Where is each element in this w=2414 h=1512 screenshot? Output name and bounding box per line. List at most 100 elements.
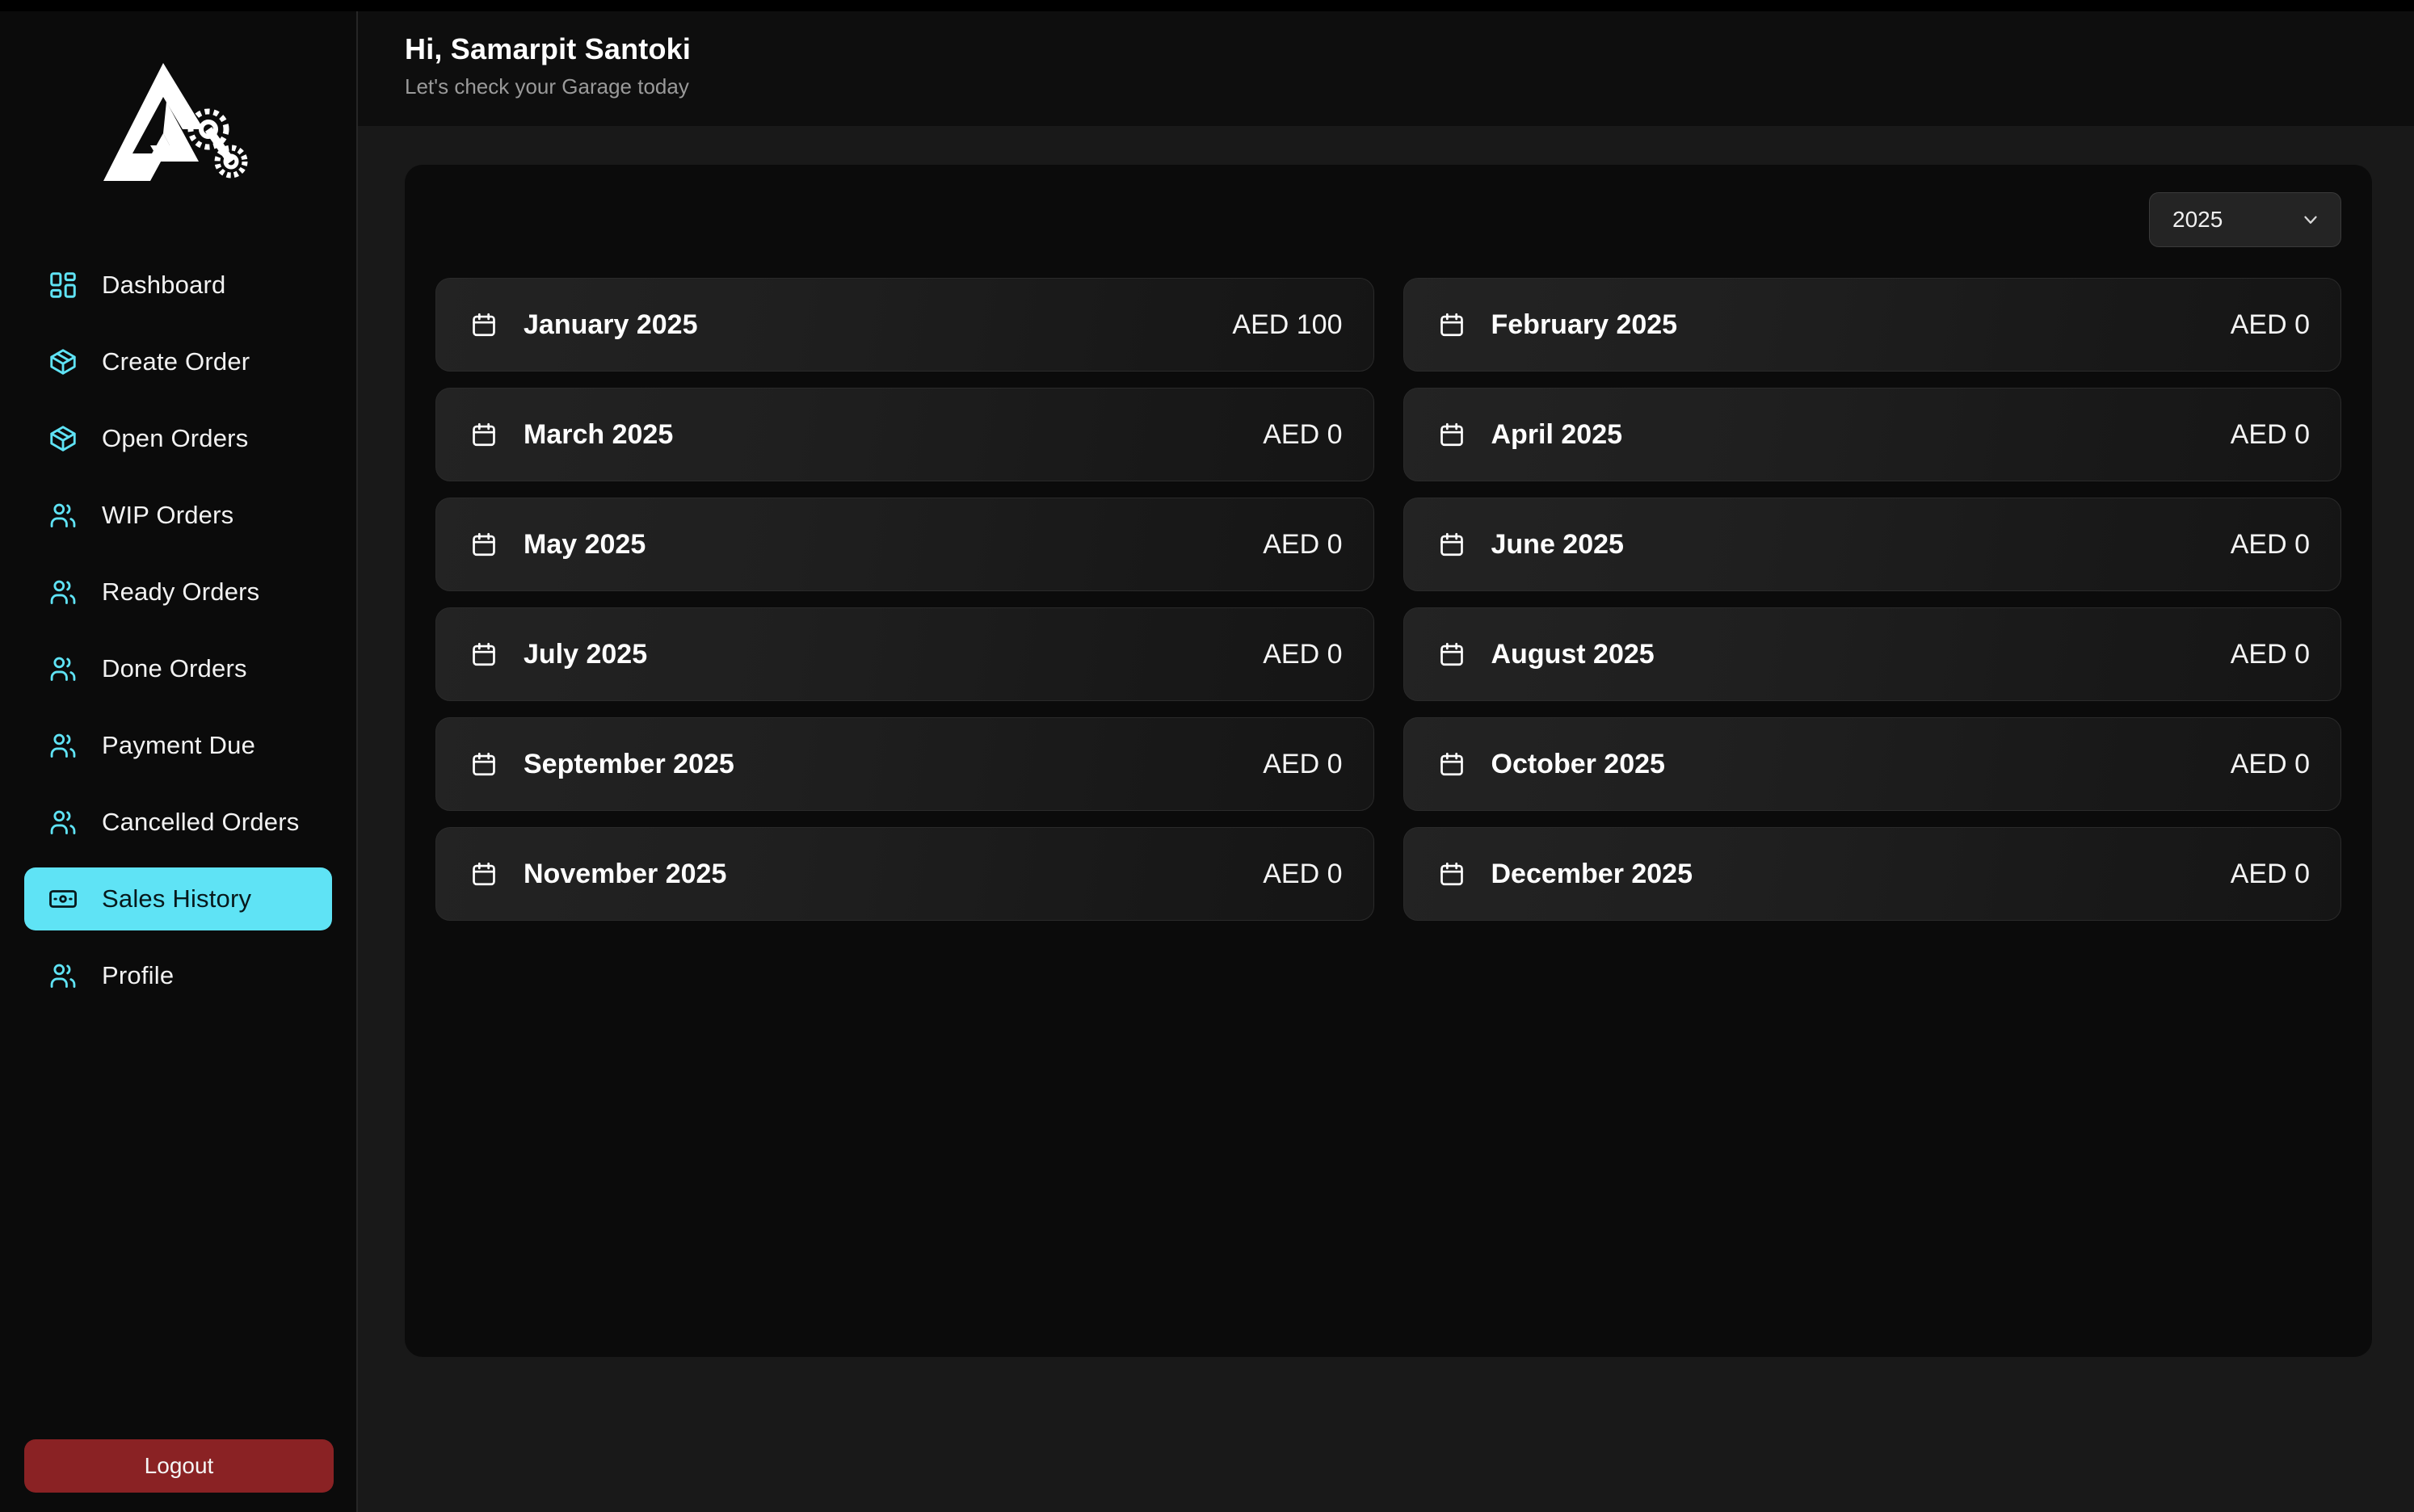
month-card-left: June 2025	[1438, 529, 1624, 561]
chevron-down-icon	[2300, 209, 2321, 230]
month-card-left: January 2025	[470, 309, 698, 341]
month-grid: January 2025 AED 100 February 2025 AED 0	[435, 278, 2341, 921]
month-card-left: July 2025	[470, 639, 647, 670]
month-card-left: February 2025	[1438, 309, 1678, 341]
calendar-icon	[470, 531, 498, 558]
month-card-left: May 2025	[470, 529, 646, 561]
month-card-left: October 2025	[1438, 749, 1665, 780]
month-card-left: April 2025	[1438, 419, 1623, 451]
month-card-left: March 2025	[470, 419, 673, 451]
sidebar-item-label: Payment Due	[102, 731, 255, 760]
month-card-amount: AED 0	[1263, 859, 1342, 890]
box-icon	[47, 422, 79, 455]
calendar-icon	[1438, 860, 1466, 888]
year-select[interactable]: 2025	[2149, 192, 2341, 247]
calendar-icon	[470, 860, 498, 888]
month-card-amount: AED 100	[1232, 309, 1342, 341]
sidebar-item-label: Sales History	[102, 884, 251, 914]
month-card-left: September 2025	[470, 749, 734, 780]
calendar-icon	[470, 421, 498, 448]
calendar-icon	[1438, 640, 1466, 668]
month-card-amount: AED 0	[1263, 639, 1342, 670]
month-card[interactable]: May 2025 AED 0	[435, 498, 1374, 591]
month-card[interactable]: April 2025 AED 0	[1403, 388, 2342, 481]
users-icon	[47, 960, 79, 992]
sidebar-item-label: Open Orders	[102, 424, 248, 453]
month-card-amount: AED 0	[2231, 749, 2310, 780]
sidebar-item-label: Profile	[102, 961, 174, 990]
month-card[interactable]: September 2025 AED 0	[435, 717, 1374, 811]
page-subtitle: Let's check your Garage today	[405, 74, 2414, 99]
month-card-label: February 2025	[1491, 309, 1678, 341]
panel-toolbar: 2025	[435, 192, 2341, 247]
month-card-label: July 2025	[524, 639, 647, 670]
app-window: Dashboard Create Order	[0, 11, 2414, 1512]
month-card-label: January 2025	[524, 309, 698, 341]
month-card-amount: AED 0	[2231, 639, 2310, 670]
month-card-label: December 2025	[1491, 859, 1693, 890]
logout-area: Logout	[24, 1439, 334, 1493]
month-card-left: August 2025	[1438, 639, 1655, 670]
month-card[interactable]: October 2025 AED 0	[1403, 717, 2342, 811]
month-card-label: October 2025	[1491, 749, 1665, 780]
calendar-icon	[1438, 421, 1466, 448]
sidebar-item-wip-orders[interactable]: WIP Orders	[24, 484, 332, 547]
calendar-icon	[470, 640, 498, 668]
year-select-value: 2025	[2172, 207, 2223, 233]
month-card-amount: AED 0	[1263, 749, 1342, 780]
box-icon	[47, 346, 79, 378]
sidebar: Dashboard Create Order	[0, 11, 358, 1512]
content-area: 2025 January 2025 AED 100	[358, 126, 2414, 1512]
logout-button[interactable]: Logout	[24, 1439, 334, 1493]
sidebar-item-create-order[interactable]: Create Order	[24, 330, 332, 393]
month-card[interactable]: December 2025 AED 0	[1403, 827, 2342, 921]
calendar-icon	[1438, 531, 1466, 558]
sidebar-item-label: Cancelled Orders	[102, 808, 299, 837]
banknote-icon	[47, 883, 79, 915]
month-card-label: September 2025	[524, 749, 734, 780]
sidebar-item-label: Create Order	[102, 347, 250, 376]
calendar-icon	[1438, 750, 1466, 778]
month-card-left: November 2025	[470, 859, 726, 890]
sidebar-item-dashboard[interactable]: Dashboard	[24, 254, 332, 317]
sidebar-item-ready-orders[interactable]: Ready Orders	[24, 561, 332, 624]
calendar-icon	[470, 750, 498, 778]
month-card[interactable]: November 2025 AED 0	[435, 827, 1374, 921]
sidebar-item-done-orders[interactable]: Done Orders	[24, 637, 332, 700]
month-card[interactable]: July 2025 AED 0	[435, 607, 1374, 701]
month-card[interactable]: March 2025 AED 0	[435, 388, 1374, 481]
users-icon	[47, 499, 79, 531]
month-card-label: June 2025	[1491, 529, 1624, 561]
users-icon	[47, 729, 79, 762]
month-card-amount: AED 0	[1263, 529, 1342, 561]
users-icon	[47, 806, 79, 838]
sidebar-item-open-orders[interactable]: Open Orders	[24, 407, 332, 470]
month-card[interactable]: February 2025 AED 0	[1403, 278, 2342, 372]
main-area: Hi, Samarpit Santoki Let's check your Ga…	[358, 11, 2414, 1512]
sidebar-item-profile[interactable]: Profile	[24, 944, 332, 1007]
calendar-icon	[1438, 311, 1466, 338]
month-card-amount: AED 0	[2231, 859, 2310, 890]
month-card-label: April 2025	[1491, 419, 1623, 451]
sidebar-item-sales-history[interactable]: Sales History	[24, 867, 332, 930]
grid-icon	[47, 269, 79, 301]
users-icon	[47, 576, 79, 608]
month-card[interactable]: August 2025 AED 0	[1403, 607, 2342, 701]
month-card-amount: AED 0	[1263, 419, 1342, 451]
month-card-amount: AED 0	[2231, 309, 2310, 341]
app-logo	[0, 11, 356, 254]
month-card[interactable]: January 2025 AED 100	[435, 278, 1374, 372]
sidebar-item-payment-due[interactable]: Payment Due	[24, 714, 332, 777]
sidebar-item-label: Ready Orders	[102, 578, 259, 607]
sales-history-panel: 2025 January 2025 AED 100	[405, 165, 2372, 1357]
month-card[interactable]: June 2025 AED 0	[1403, 498, 2342, 591]
month-card-left: December 2025	[1438, 859, 1693, 890]
sidebar-item-cancelled-orders[interactable]: Cancelled Orders	[24, 791, 332, 854]
month-card-label: March 2025	[524, 419, 673, 451]
users-icon	[47, 653, 79, 685]
sidebar-nav: Dashboard Create Order	[0, 254, 356, 1021]
month-card-label: November 2025	[524, 859, 726, 890]
month-card-label: August 2025	[1491, 639, 1655, 670]
month-card-label: May 2025	[524, 529, 646, 561]
sidebar-item-label: WIP Orders	[102, 501, 233, 530]
